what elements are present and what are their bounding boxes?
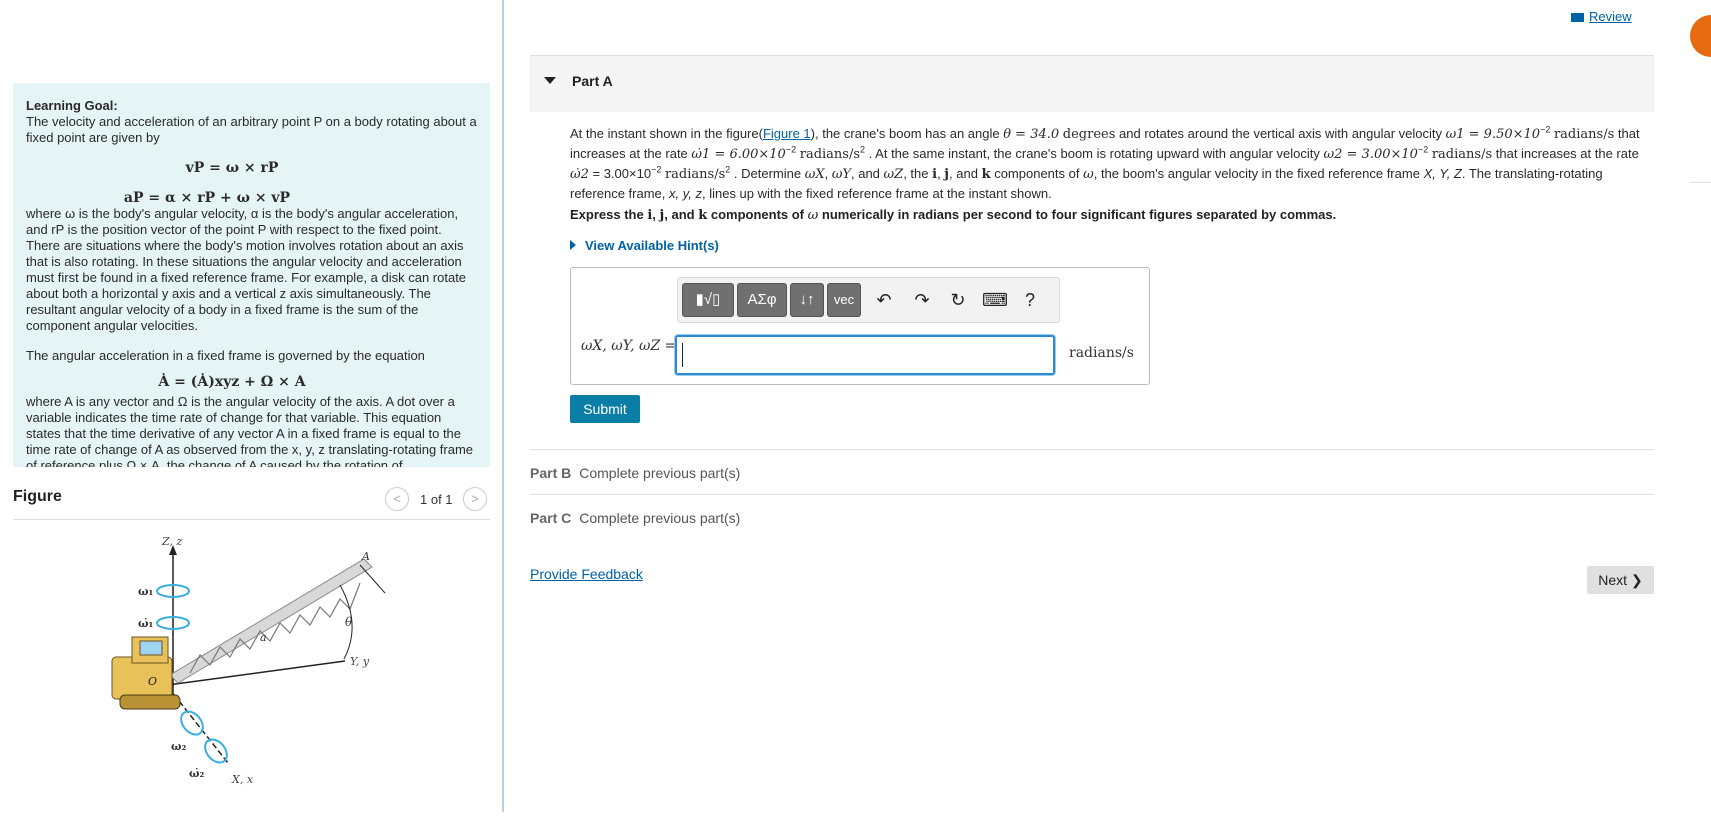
figure-link[interactable]: Figure 1: [763, 126, 811, 141]
provide-feedback-link[interactable]: Provide Feedback: [530, 566, 643, 582]
divider-part-b: [530, 449, 1654, 450]
omega2-ring: [180, 710, 204, 736]
cab-window: [139, 640, 163, 656]
book-icon: [1571, 13, 1584, 22]
x-axis-label: X, x: [231, 773, 254, 786]
divider-part-c: [530, 494, 1654, 495]
origin-label: O: [148, 675, 157, 688]
next-button[interactable]: Next ❯: [1587, 566, 1654, 594]
chevron-right-icon: ❯: [1630, 572, 1643, 588]
part-a-title: Part A: [572, 73, 613, 89]
learning-goal-angular-acc: The angular acceleration in a fixed fram…: [26, 348, 425, 363]
arrows-button[interactable]: ↓↑: [790, 283, 824, 317]
learning-goal-panel: Learning Goal: The velocity and accelera…: [13, 83, 490, 467]
derivative-equation: Ȧ = (Ȧ)xyz + Ω × A: [158, 374, 306, 390]
part-c-status: Complete previous part(s): [579, 510, 741, 526]
velocity-equation: vP = ω × rP: [185, 160, 279, 176]
theta-label: θ: [345, 615, 353, 629]
next-figure-button[interactable]: >: [463, 487, 487, 511]
learning-goal-intro: The velocity and acceleration of an arbi…: [26, 114, 477, 145]
omega2-label: ω₂: [171, 740, 186, 753]
vector-button[interactable]: vec: [827, 283, 861, 317]
help-question-icon[interactable]: ?: [1018, 288, 1042, 312]
crane-tracks: [119, 694, 181, 710]
collapse-caret-icon: [544, 77, 556, 84]
crane-boom: [169, 558, 373, 684]
boom-tip-line: [359, 564, 386, 594]
column-divider: [502, 0, 504, 812]
answer-unit: radians/s: [1069, 345, 1134, 361]
part-c-row[interactable]: Part C Complete previous part(s): [530, 510, 740, 526]
edge-rule: [1690, 182, 1711, 183]
z-axis-label: Z, z: [161, 535, 182, 548]
y-axis-label: Y, y: [350, 655, 370, 668]
part-b-status: Complete previous part(s): [579, 465, 741, 481]
figure-pager-text: 1 of 1: [420, 492, 453, 507]
dimension-a-label: a: [260, 631, 267, 644]
part-b-row[interactable]: Part B Complete previous part(s): [530, 465, 740, 481]
templates-button[interactable]: ▮√▯: [682, 283, 734, 317]
problem-statement: At the instant shown in the figure(Figur…: [570, 124, 1640, 201]
review-link[interactable]: Review: [1571, 9, 1632, 24]
part-c-title: Part C: [530, 510, 572, 526]
answer-input[interactable]: [675, 335, 1055, 375]
answer-label: ωX, ωY, ωZ =: [581, 338, 677, 354]
keyboard-icon[interactable]: ⌨: [982, 288, 1008, 312]
acceleration-equation: aP = α × rP + ω × vP: [123, 190, 291, 206]
learning-goal-explanation: where ω is the body's angular velocity, …: [26, 206, 467, 333]
crane-figure: Z, z ω₁ ω̇₁ Y, y X, x ω₂ ω̇₂ A a θ O: [111, 535, 386, 786]
omega1dot-label: ω̇₁: [138, 617, 153, 630]
left-panel: Learning Goal: The velocity and accelera…: [0, 0, 503, 837]
part-b-title: Part B: [530, 465, 572, 481]
learning-goal-title: Learning Goal:: [26, 98, 118, 113]
part-a-header[interactable]: Part A: [530, 55, 1654, 112]
reset-icon[interactable]: ↻: [946, 288, 970, 312]
hint-label: View Available Hint(s): [585, 238, 719, 253]
prev-figure-button[interactable]: <: [385, 487, 409, 511]
expand-triangle-icon: [570, 240, 576, 250]
figure-header: Figure < 1 of 1 >: [13, 484, 490, 520]
omega1-label: ω₁: [138, 585, 153, 598]
review-label: Review: [1589, 9, 1632, 24]
greek-symbols-button[interactable]: ΑΣφ: [737, 283, 787, 317]
help-bubble-icon[interactable]: [1690, 15, 1711, 57]
omega2dot-label: ω̇₂: [189, 767, 204, 780]
text-cursor: [682, 343, 683, 367]
figure-title: Figure: [13, 488, 62, 505]
redo-icon[interactable]: ↷: [910, 288, 934, 312]
math-toolbar: ▮√▯ ΑΣφ ↓↑ vec ↶ ↷ ↻ ⌨ ?: [677, 277, 1060, 323]
learning-goal-derivative-text: where A is any vector and Ω is the angul…: [26, 394, 474, 467]
submit-button[interactable]: Submit: [570, 395, 640, 423]
undo-icon[interactable]: ↶: [872, 288, 896, 312]
view-hints-toggle[interactable]: View Available Hint(s): [570, 238, 719, 253]
answer-box: ▮√▯ ΑΣφ ↓↑ vec ↶ ↷ ↻ ⌨ ? ωX, ωY, ωZ = ra…: [570, 267, 1150, 385]
point-a-label: A: [361, 550, 370, 563]
answer-instructions: Express the i, j, and k components of ω …: [570, 207, 1337, 223]
